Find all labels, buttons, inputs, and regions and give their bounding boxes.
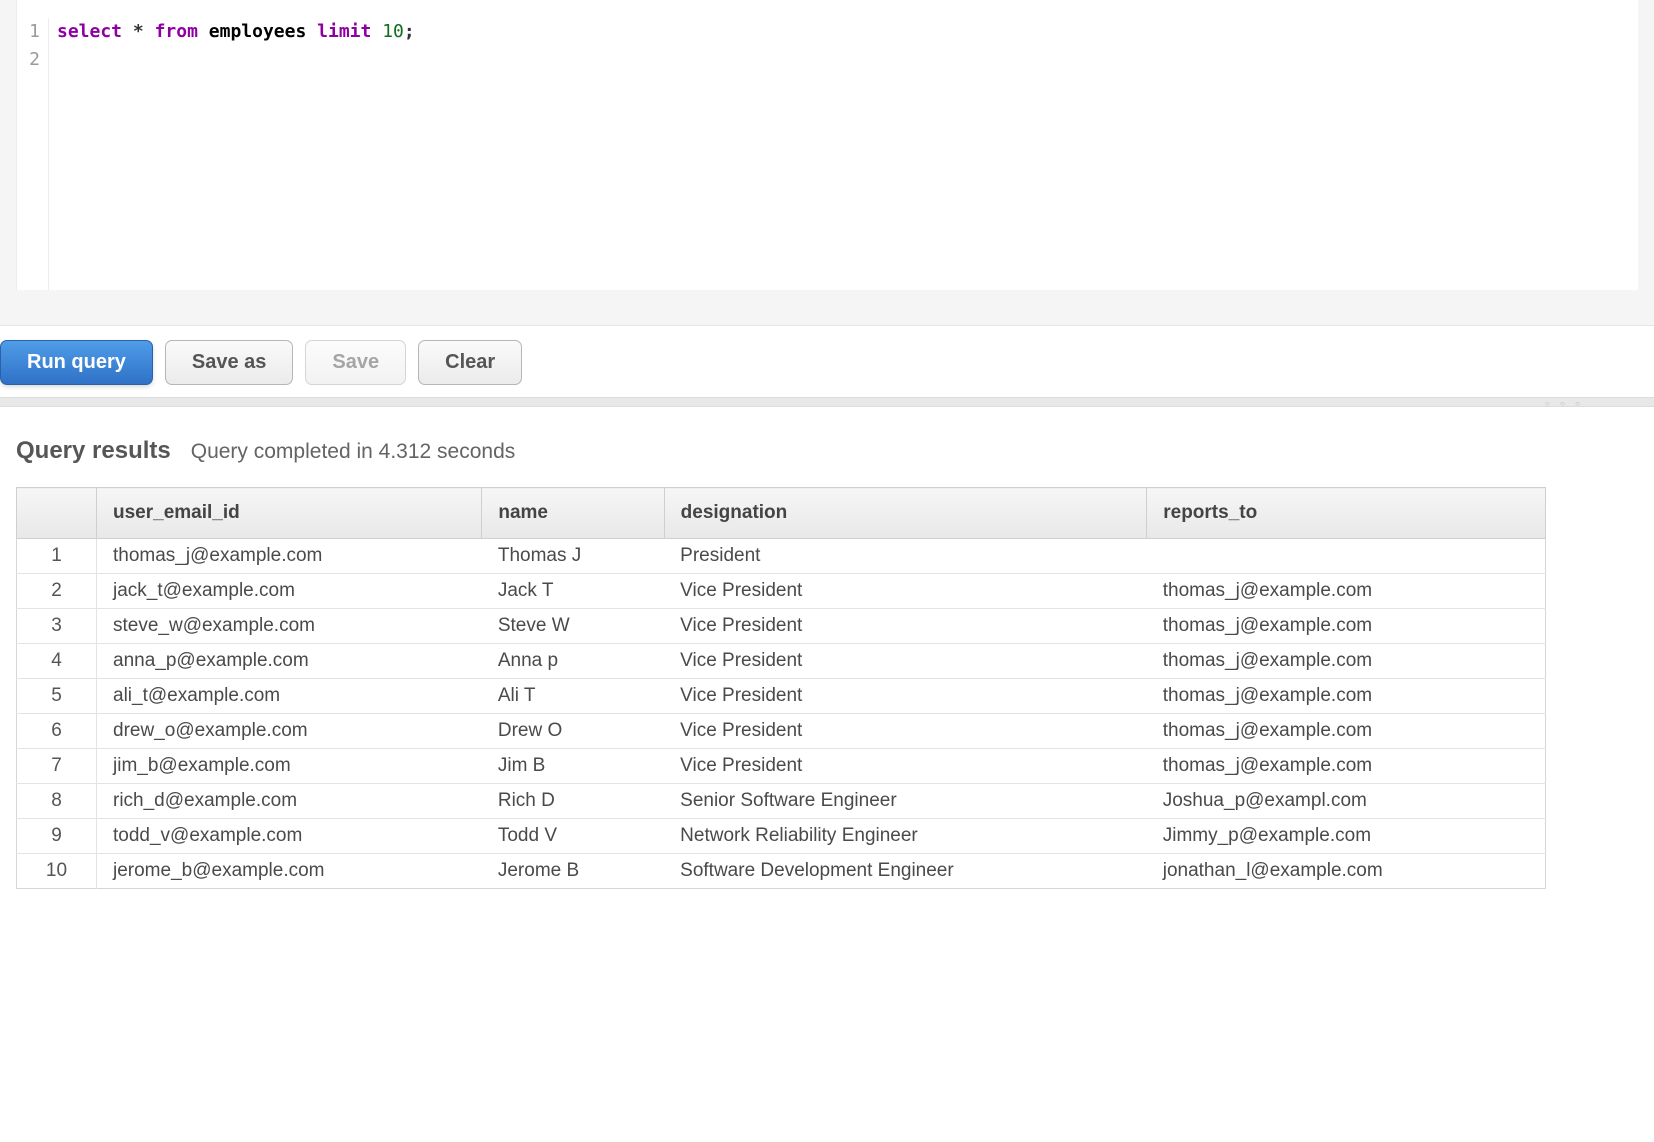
code-token [198,21,209,42]
row-number-cell: 4 [17,644,97,679]
code-area[interactable]: select * from employees limit 10; [49,18,1638,290]
table-row[interactable]: 9todd_v@example.comTodd VNetwork Reliabi… [17,819,1546,854]
table-cell: Vice President [664,714,1147,749]
table-row[interactable]: 1thomas_j@example.comThomas JPresident [17,539,1546,574]
code-token: employees [209,21,307,42]
table-cell: steve_w@example.com [97,609,482,644]
results-table-body: 1thomas_j@example.comThomas JPresident2j… [17,539,1546,889]
code-token: select [57,21,122,42]
table-cell: Jerome B [482,854,664,889]
table-cell: President [664,539,1147,574]
table-cell: thomas_j@example.com [1147,749,1546,784]
results-pane: Query results Query completed in 4.312 s… [0,407,1654,909]
code-editor[interactable]: 12 select * from employees limit 10; [16,0,1638,290]
line-number-gutter: 12 [17,18,49,290]
table-row[interactable]: 2jack_t@example.comJack TVice Presidentt… [17,574,1546,609]
table-cell: Vice President [664,574,1147,609]
table-cell: jerome_b@example.com [97,854,482,889]
table-cell: Jack T [482,574,664,609]
table-row[interactable]: 5ali_t@example.comAli TVice Presidenttho… [17,679,1546,714]
table-cell: thomas_j@example.com [1147,679,1546,714]
table-cell: Rich D [482,784,664,819]
table-cell: todd_v@example.com [97,819,482,854]
table-cell: Ali T [482,679,664,714]
row-number-cell: 7 [17,749,97,784]
table-cell: Jim B [482,749,664,784]
table-row[interactable]: 7jim_b@example.comJim BVice Presidenttho… [17,749,1546,784]
code-token: limit [317,21,371,42]
table-cell: Steve W [482,609,664,644]
table-cell: Network Reliability Engineer [664,819,1147,854]
row-number-cell: 6 [17,714,97,749]
save-as-button[interactable]: Save as [165,340,294,385]
table-cell: Vice President [664,749,1147,784]
table-cell: Software Development Engineer [664,854,1147,889]
table-cell: Senior Software Engineer [664,784,1147,819]
column-header[interactable]: designation [664,488,1147,539]
table-cell: Thomas J [482,539,664,574]
run-query-button[interactable]: Run query [0,340,153,385]
table-cell: thomas_j@example.com [97,539,482,574]
results-table: user_email_idnamedesignationreports_to 1… [16,487,1546,889]
table-cell: Vice President [664,609,1147,644]
pane-divider[interactable]: ○ ○ ○ [0,397,1654,407]
column-header[interactable]: user_email_id [97,488,482,539]
table-cell: jonathan_l@example.com [1147,854,1546,889]
line-number: 1 [17,18,40,46]
table-row[interactable]: 10jerome_b@example.comJerome BSoftware D… [17,854,1546,889]
code-token [371,21,382,42]
table-row[interactable]: 6drew_o@example.comDrew OVice Presidentt… [17,714,1546,749]
table-cell: Drew O [482,714,664,749]
results-status: Query completed in 4.312 seconds [191,440,516,464]
table-row[interactable]: 8rich_d@example.comRich DSenior Software… [17,784,1546,819]
table-cell: Vice President [664,644,1147,679]
column-header-rownum[interactable] [17,488,97,539]
table-cell: Anna p [482,644,664,679]
code-token [144,21,155,42]
row-number-cell: 5 [17,679,97,714]
table-cell: Joshua_p@exampl.com [1147,784,1546,819]
table-cell: jim_b@example.com [97,749,482,784]
row-number-cell: 3 [17,609,97,644]
row-number-cell: 10 [17,854,97,889]
table-cell: thomas_j@example.com [1147,714,1546,749]
table-cell: jack_t@example.com [97,574,482,609]
code-token: * [133,21,144,42]
results-title: Query results [16,437,171,465]
line-number: 2 [17,46,40,74]
drag-handle-icon[interactable]: ○ ○ ○ [1545,399,1584,408]
clear-button[interactable]: Clear [418,340,522,385]
code-token: ; [404,21,415,42]
query-toolbar: Run query Save as Save Clear [0,326,1654,397]
table-cell: ali_t@example.com [97,679,482,714]
table-row[interactable]: 4anna_p@example.comAnna pVice Presidentt… [17,644,1546,679]
code-token [306,21,317,42]
table-row[interactable]: 3steve_w@example.comSteve WVice Presiden… [17,609,1546,644]
row-number-cell: 8 [17,784,97,819]
table-cell: thomas_j@example.com [1147,574,1546,609]
table-cell [1147,539,1546,574]
table-cell: thomas_j@example.com [1147,609,1546,644]
code-token [122,21,133,42]
column-header[interactable]: name [482,488,664,539]
table-cell: thomas_j@example.com [1147,644,1546,679]
code-token: 10 [382,21,404,42]
table-cell: Vice President [664,679,1147,714]
table-cell: drew_o@example.com [97,714,482,749]
row-number-cell: 2 [17,574,97,609]
column-header[interactable]: reports_to [1147,488,1546,539]
table-cell: Todd V [482,819,664,854]
table-cell: Jimmy_p@example.com [1147,819,1546,854]
editor-pane: 12 select * from employees limit 10; [0,0,1654,326]
results-table-head: user_email_idnamedesignationreports_to [17,488,1546,539]
table-cell: anna_p@example.com [97,644,482,679]
table-cell: rich_d@example.com [97,784,482,819]
code-token: from [155,21,198,42]
save-button: Save [305,340,406,385]
row-number-cell: 1 [17,539,97,574]
results-header: Query results Query completed in 4.312 s… [16,437,1638,465]
row-number-cell: 9 [17,819,97,854]
